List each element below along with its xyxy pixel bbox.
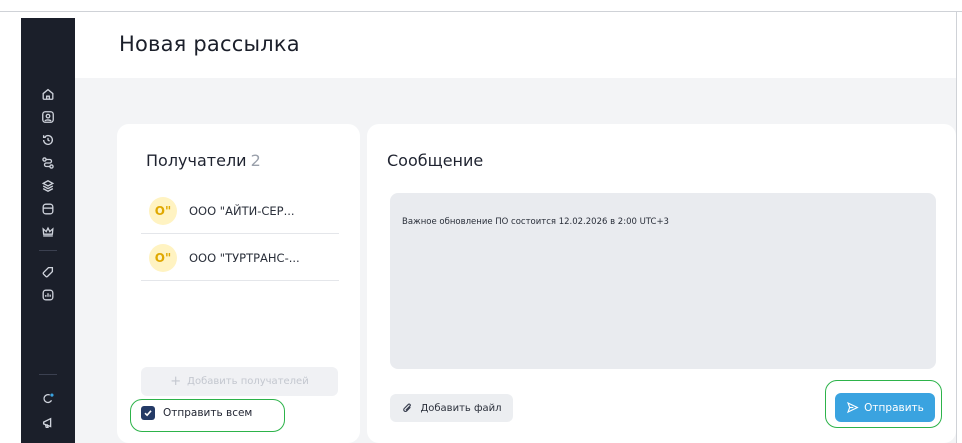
report-icon[interactable] (21, 284, 75, 306)
recipient-name: ООО "АЙТИ-СЕР... (189, 203, 295, 218)
avatar: О" (149, 196, 177, 225)
app-window: Новая рассылка Получатели 2 О" ООО "АЙТИ-… (0, 0, 962, 443)
sidebar (21, 18, 75, 443)
sidebar-divider (39, 250, 57, 251)
attach-file-label: Добавить файл (420, 402, 502, 414)
history-icon[interactable] (21, 129, 75, 151)
database-icon[interactable] (21, 198, 75, 220)
recipient-item[interactable]: О" ООО "АЙТИ-СЕР... (141, 188, 339, 234)
recipients-heading: Получатели 2 (146, 151, 261, 170)
message-textarea[interactable]: Важное обновление ПО состоится 12.02.202… (390, 193, 936, 369)
sidebar-divider (39, 374, 57, 375)
routes-icon[interactable] (21, 152, 75, 174)
page-title: Новая рассылка (119, 32, 300, 56)
attach-file-button[interactable]: Добавить файл (390, 394, 513, 422)
bell-icon[interactable] (21, 388, 75, 410)
highlight-annotation (130, 399, 285, 432)
megaphone-icon[interactable] (21, 412, 75, 434)
plus-icon: + (170, 374, 182, 389)
add-recipients-label: Добавить получателей (187, 376, 309, 387)
paperclip-icon (403, 403, 412, 412)
crown-icon[interactable] (21, 221, 75, 243)
recipients-card: Получатели 2 О" ООО "АЙТИ-СЕР... О" ООО "… (117, 124, 360, 443)
tag-icon[interactable] (21, 261, 75, 283)
message-card: Сообщение Важное обновление ПО состоится… (367, 124, 956, 443)
avatar: О" (149, 243, 177, 272)
home-icon[interactable] (21, 83, 75, 105)
profile-icon[interactable] (21, 106, 75, 128)
window-border-right (956, 11, 957, 443)
recipient-name: ООО "ТУРТРАНС-... (189, 250, 300, 265)
layers-icon[interactable] (21, 175, 75, 197)
recipients-count: 2 (250, 151, 261, 170)
recipients-title: Получатели (146, 151, 247, 170)
recipient-item[interactable]: О" ООО "ТУРТРАНС-... (141, 235, 339, 281)
message-title: Сообщение (387, 151, 484, 170)
page-header: Новая рассылка (75, 12, 956, 78)
highlight-annotation (825, 380, 942, 428)
add-recipients-button[interactable]: + Добавить получателей (141, 367, 338, 396)
